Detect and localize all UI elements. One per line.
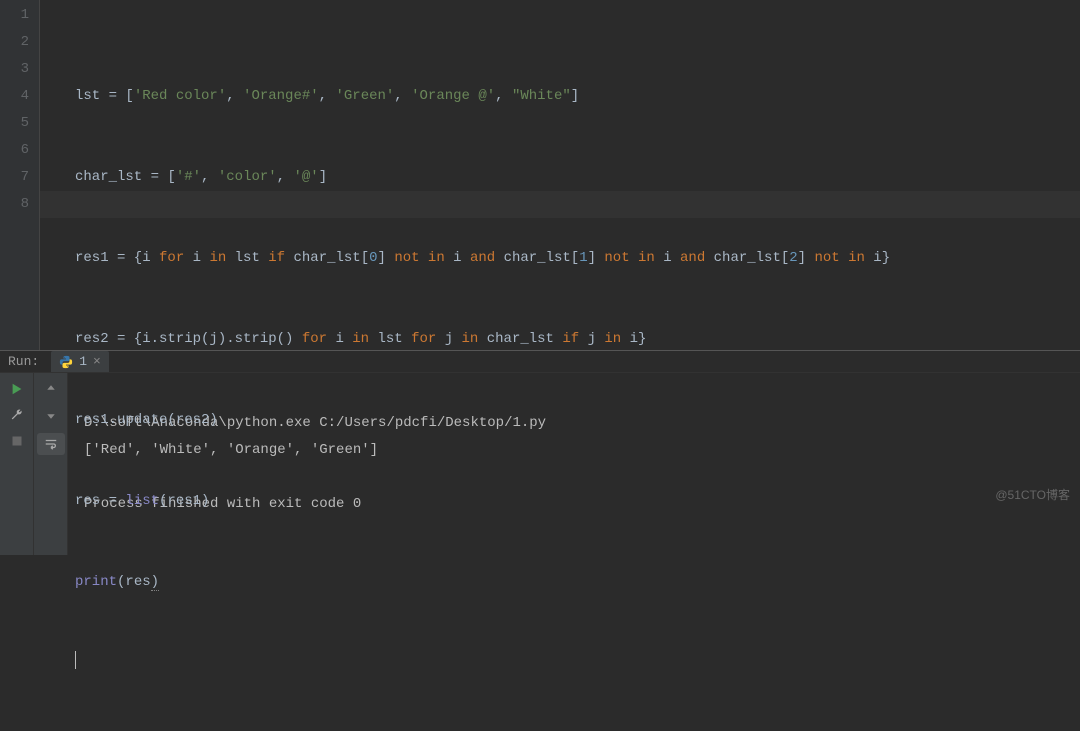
- code-content[interactable]: lst = ['Red color', 'Orange#', 'Green', …: [40, 0, 1080, 350]
- line-number: 2: [0, 29, 29, 56]
- line-number: 7: [0, 164, 29, 191]
- line-number: 8: [0, 191, 29, 218]
- code-line: char_lst = ['#', 'color', '@']: [75, 164, 1080, 191]
- arrow-down-icon[interactable]: [43, 407, 59, 423]
- soft-wrap-icon[interactable]: [37, 433, 65, 455]
- stop-icon[interactable]: [9, 433, 25, 449]
- text-cursor: [75, 651, 76, 669]
- wrench-icon[interactable]: [9, 407, 25, 423]
- code-line: res1 = {i for i in lst if char_lst[0] no…: [75, 245, 1080, 272]
- code-line: [75, 650, 1080, 677]
- code-line: res1.update(res2): [75, 407, 1080, 434]
- code-line: res = list(res1): [75, 488, 1080, 515]
- line-number: 1: [0, 2, 29, 29]
- line-gutter: 1 2 3 4 5 6 7 8: [0, 0, 40, 350]
- code-editor[interactable]: 1 2 3 4 5 6 7 8 lst = ['Red color', 'Ora…: [0, 0, 1080, 350]
- code-line: lst = ['Red color', 'Orange#', 'Green', …: [75, 83, 1080, 110]
- run-label: Run:: [8, 354, 39, 369]
- line-number: 4: [0, 83, 29, 110]
- line-number: 6: [0, 137, 29, 164]
- line-number: 3: [0, 56, 29, 83]
- python-icon: [59, 355, 73, 369]
- run-toolbar-primary: [0, 373, 34, 555]
- arrow-up-icon[interactable]: [43, 381, 59, 397]
- run-toolbar-secondary: [34, 373, 68, 555]
- line-number: 5: [0, 110, 29, 137]
- code-line: res2 = {i.strip(j).strip() for i in lst …: [75, 326, 1080, 353]
- run-icon[interactable]: [9, 381, 25, 397]
- code-line: print(res): [75, 569, 1080, 596]
